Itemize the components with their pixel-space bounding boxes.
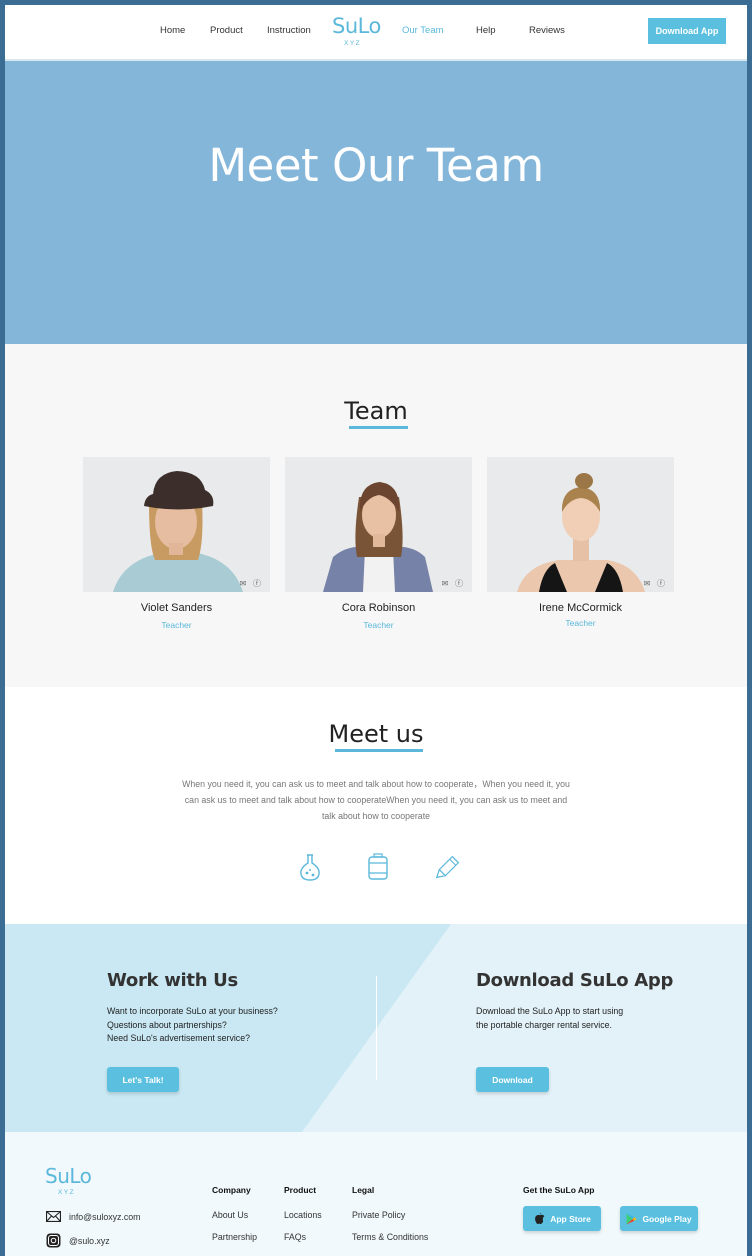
mail-icon[interactable]: ✉ [440, 579, 450, 588]
footer-product-heading: Product [284, 1185, 317, 1195]
footer-instagram[interactable]: @sulo.xyz [46, 1233, 110, 1248]
footer-email-text: info@suloxyz.com [69, 1211, 141, 1222]
nav-reviews[interactable]: Reviews [529, 25, 565, 36]
footer-link-locations[interactable]: Locations [284, 1210, 322, 1220]
footer-logo-text: SuLo [45, 1164, 92, 1188]
facebook-icon[interactable]: ⓕ [252, 579, 262, 588]
footer-company-heading: Company [212, 1185, 251, 1195]
footer-link-about-us[interactable]: About Us [212, 1210, 248, 1220]
facebook-icon[interactable]: ⓕ [656, 579, 666, 588]
logo-subtext: XYZ [344, 40, 362, 47]
battery-icon [368, 853, 388, 880]
portrait-image [285, 457, 472, 592]
work-with-us-text: Want to incorporate SuLo at your busines… [107, 1005, 278, 1046]
work-with-us-section: Work with Us Want to incorporate SuLo at… [5, 924, 747, 1132]
team-section: Team ✉ ⓕ Violet Sanders Teacher ✉ ⓕ Cora… [5, 344, 747, 687]
footer-link-partnership[interactable]: Partnership [212, 1232, 257, 1242]
app-store-label: App Store [550, 1213, 591, 1224]
member-role: Teacher [565, 618, 596, 628]
app-store-button[interactable]: App Store [523, 1206, 601, 1231]
download-app-button[interactable]: Download App [648, 18, 726, 44]
member-photo: ✉ ⓕ [487, 457, 674, 592]
member-photo: ✉ ⓕ [83, 457, 270, 592]
footer-link-faqs[interactable]: FAQs [284, 1232, 306, 1242]
portrait-image [487, 457, 674, 592]
lets-talk-button[interactable]: Let's Talk! [107, 1067, 179, 1092]
highlighter-icon [435, 855, 460, 879]
footer-instagram-text: @sulo.xyz [69, 1235, 110, 1246]
instagram-icon [46, 1233, 61, 1248]
mail-icon[interactable]: ✉ [238, 579, 248, 588]
google-play-icon [626, 1213, 637, 1224]
meet-us-title: Meet us [328, 720, 424, 748]
footer: SuLo XYZ info@suloxyz.com @sulo.xyz Comp… [5, 1132, 747, 1256]
section-divider [376, 976, 377, 1080]
meet-us-section: Meet us When you need it, you can ask us… [5, 687, 747, 924]
google-play-label: Google Play [642, 1213, 692, 1224]
mail-icon [46, 1211, 61, 1222]
apple-icon [535, 1212, 545, 1224]
team-title-underline [349, 426, 408, 429]
footer-legal-heading: Legal [352, 1185, 375, 1195]
logo[interactable]: SuLo XYZ [332, 14, 381, 48]
facebook-icon[interactable]: ⓕ [454, 579, 464, 588]
footer-email[interactable]: info@suloxyz.com [46, 1211, 141, 1222]
footer-app-heading: Get the SuLo App [523, 1185, 595, 1195]
google-play-button[interactable]: Google Play [620, 1206, 698, 1231]
footer-logo[interactable]: SuLo XYZ [45, 1164, 92, 1198]
nav-help[interactable]: Help [476, 25, 496, 36]
meet-us-title-underline [335, 749, 423, 752]
footer-link-privacy[interactable]: Private Policy [352, 1210, 405, 1220]
download-app-text: Download the SuLo App to start using the… [476, 1005, 623, 1032]
mail-icon[interactable]: ✉ [642, 579, 652, 588]
hero-banner: Meet Our Team [5, 59, 747, 344]
work-with-us-title: Work with Us [107, 970, 238, 991]
member-social-icons: ✉ ⓕ [642, 579, 666, 588]
work-line: Want to incorporate SuLo at your busines… [107, 1006, 278, 1016]
member-social-icons: ✉ ⓕ [238, 579, 262, 588]
work-line: Need SuLo's advertisement service? [107, 1033, 250, 1043]
member-name: Cora Robinson [341, 602, 416, 614]
nav-home[interactable]: Home [160, 25, 185, 36]
flask-icon [300, 854, 320, 881]
member-role: Teacher [161, 620, 192, 630]
nav-our-team[interactable]: Our Team [402, 25, 444, 36]
portrait-image [83, 457, 270, 592]
hero-title: Meet Our Team [208, 139, 544, 192]
nav-instruction[interactable]: Instruction [267, 25, 311, 36]
member-photo: ✉ ⓕ [285, 457, 472, 592]
footer-link-terms[interactable]: Terms & Conditions [352, 1232, 428, 1242]
team-title: Team [344, 397, 408, 425]
member-social-icons: ✉ ⓕ [440, 579, 464, 588]
download-app-title: Download SuLo App [476, 970, 674, 991]
download-line: Download the SuLo App to start using [476, 1006, 624, 1016]
meet-us-description: When you need it, you can ask us to meet… [182, 779, 570, 821]
download-button[interactable]: Download [476, 1067, 549, 1092]
work-line: Questions about partnerships? [107, 1019, 227, 1030]
member-role: Teacher [363, 620, 394, 630]
page: Home Product Instruction SuLo XYZ Our Te… [5, 5, 747, 1256]
top-nav: Home Product Instruction SuLo XYZ Our Te… [5, 5, 747, 59]
footer-logo-subtext: XYZ [58, 1189, 76, 1196]
logo-text: SuLo [332, 14, 381, 38]
member-name: Irene McCormick [538, 602, 623, 614]
member-name: Violet Sanders [140, 602, 213, 614]
download-line: the portable charger rental service. [476, 1019, 612, 1030]
nav-product[interactable]: Product [210, 25, 243, 36]
